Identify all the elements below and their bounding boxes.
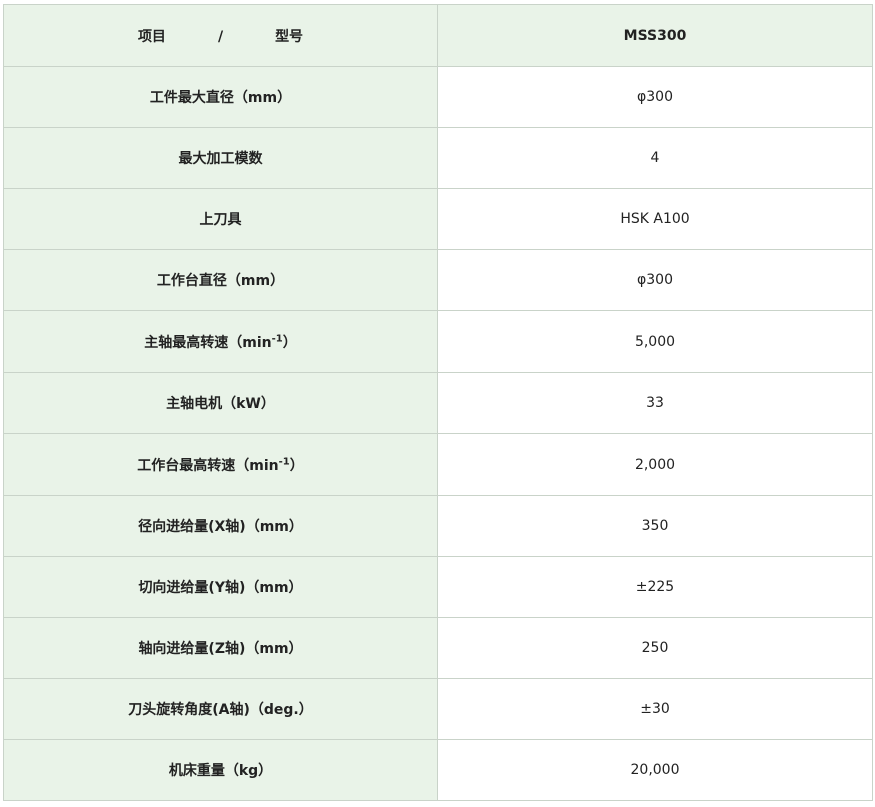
row-value: φ300 — [437, 249, 873, 311]
row-value: 2,000 — [437, 433, 873, 496]
row-label: 工作台直径（mm） — [3, 249, 438, 311]
header-item-model-cell: 项目 / 型号 — [3, 4, 438, 67]
header-model-label: 型号 — [275, 28, 304, 45]
table-row: 主轴最高转速（min-1） 5,000 — [3, 310, 873, 373]
row-label-superscript: -1 — [271, 332, 283, 344]
table-row: 刀头旋转角度(A轴)（deg.） ±30 — [3, 678, 873, 740]
row-label: 径向进给量(X轴)（mm） — [3, 495, 438, 557]
row-label: 工作台最高转速（min-1） — [3, 433, 438, 496]
row-label-text: 主轴最高转速（min — [144, 334, 272, 351]
row-label: 主轴电机（kW） — [3, 372, 438, 434]
row-value: φ300 — [437, 66, 873, 128]
header-model-value: MSS300 — [437, 4, 873, 67]
row-value: 20,000 — [437, 739, 873, 801]
table-row: 径向进给量(X轴)（mm） 350 — [3, 495, 873, 557]
header-item-label: 项目 — [137, 28, 166, 45]
row-label: 刀头旋转角度(A轴)（deg.） — [3, 678, 438, 740]
row-label: 机床重量（kg） — [3, 739, 438, 801]
row-label-superscript: -1 — [278, 455, 290, 467]
table-header-row: 项目 / 型号 MSS300 — [3, 4, 873, 67]
row-value: 4 — [437, 127, 873, 189]
row-value: 33 — [437, 372, 873, 434]
row-value: ±30 — [437, 678, 873, 740]
row-label-text: 工作台最高转速（min — [137, 457, 279, 474]
row-value: 250 — [437, 617, 873, 679]
row-value: 5,000 — [437, 310, 873, 373]
row-value: HSK A100 — [437, 188, 873, 250]
row-value: 350 — [437, 495, 873, 557]
row-value: ±225 — [437, 556, 873, 618]
table-row: 工作台最高转速（min-1） 2,000 — [3, 433, 873, 496]
table-row: 主轴电机（kW） 33 — [3, 372, 873, 434]
table-row: 工作台直径（mm） φ300 — [3, 249, 873, 311]
spec-table: 项目 / 型号 MSS300 工件最大直径（mm） φ300 最大加工模数 4 上刀… — [3, 4, 873, 801]
table-row: 工件最大直径（mm） φ300 — [3, 66, 873, 128]
header-slash: / — [217, 28, 224, 45]
row-label-close: ） — [282, 334, 297, 351]
table-row: 轴向进给量(Z轴)（mm） 250 — [3, 617, 873, 679]
table-row: 最大加工模数 4 — [3, 127, 873, 189]
table-row: 切向进给量(Y轴)（mm） ±225 — [3, 556, 873, 618]
table-row: 上刀具 HSK A100 — [3, 188, 873, 250]
row-label: 工件最大直径（mm） — [3, 66, 438, 128]
row-label: 最大加工模数 — [3, 127, 438, 189]
row-label: 上刀具 — [3, 188, 438, 250]
row-label: 主轴最高转速（min-1） — [3, 310, 438, 373]
row-label: 切向进给量(Y轴)（mm） — [3, 556, 438, 618]
row-label-close: ） — [289, 457, 304, 474]
table-row: 机床重量（kg） 20,000 — [3, 739, 873, 801]
row-label: 轴向进给量(Z轴)（mm） — [3, 617, 438, 679]
